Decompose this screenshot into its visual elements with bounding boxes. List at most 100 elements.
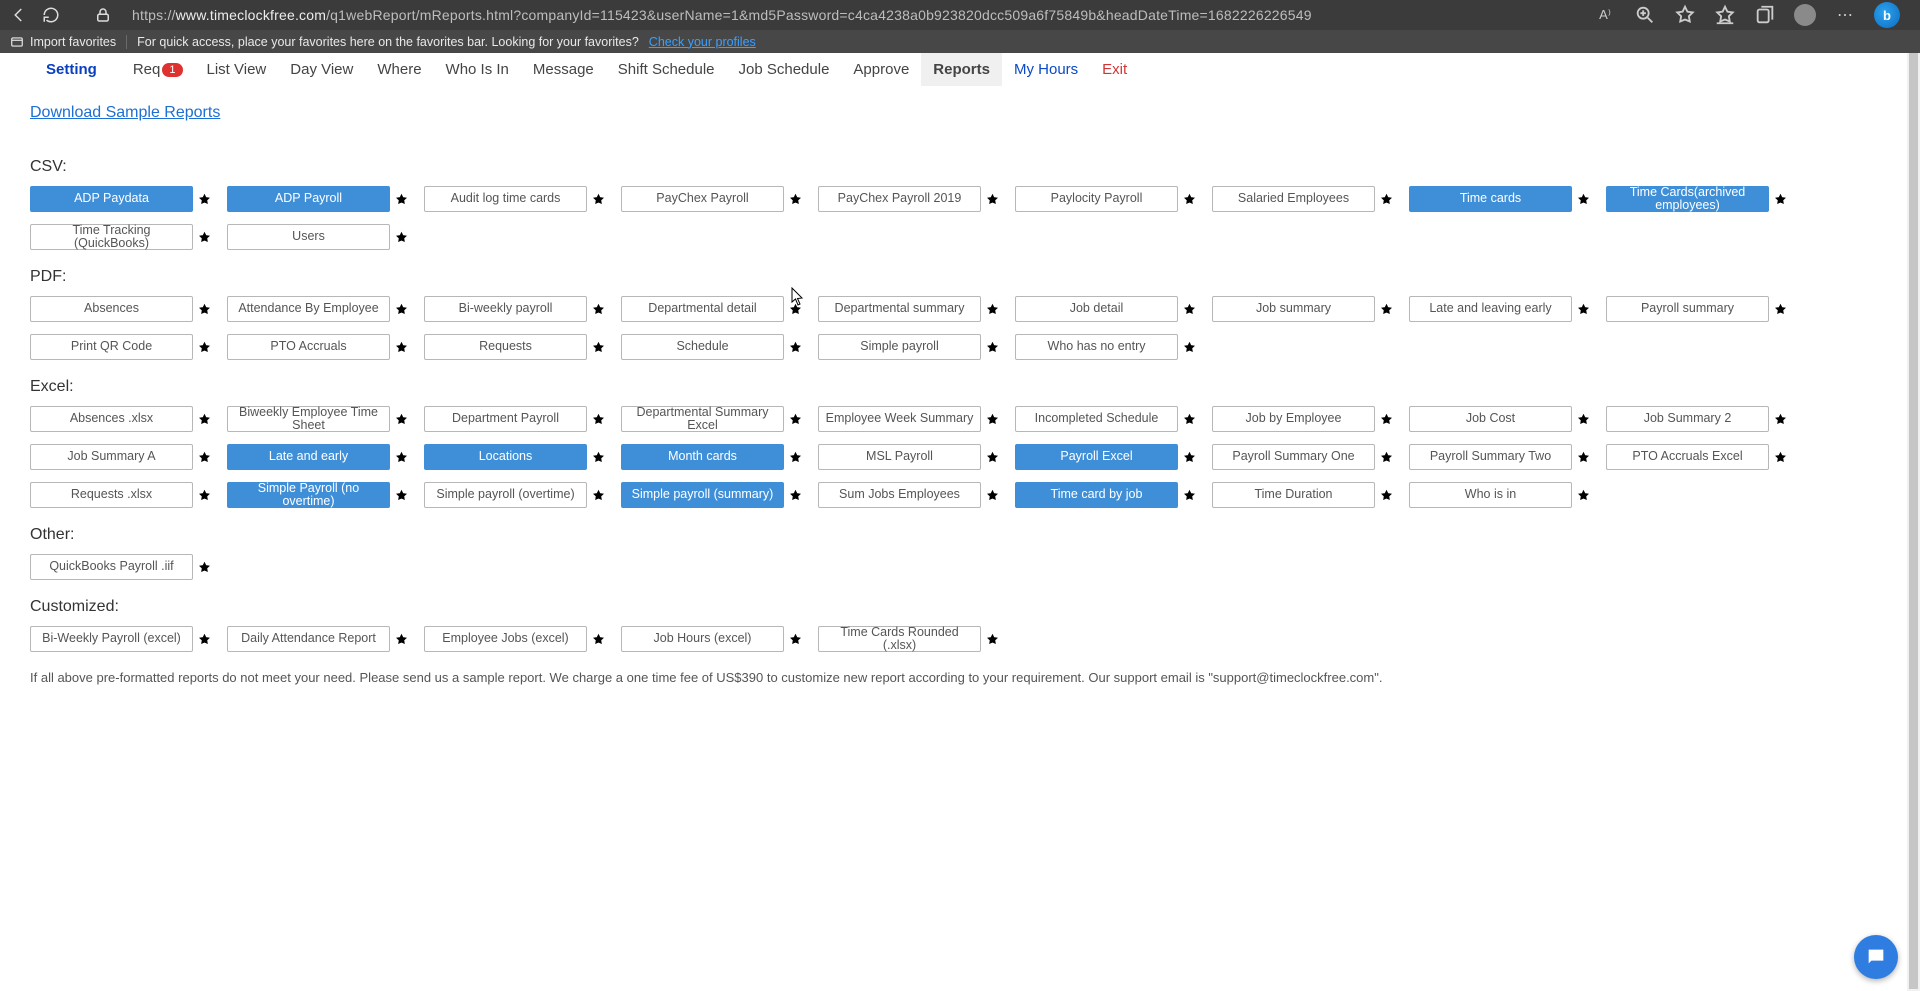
zoom-icon[interactable] <box>1634 4 1656 26</box>
excel-time-card-by-job-button[interactable]: Time card by job <box>1015 482 1178 508</box>
favorite-star-icon[interactable] <box>394 302 408 316</box>
vertical-scrollbar[interactable] <box>1907 53 1920 991</box>
tab-my-hours[interactable]: My Hours <box>1002 53 1090 86</box>
pdf-print-qr-code-button[interactable]: Print QR Code <box>30 334 193 360</box>
excel-who-is-in-button[interactable]: Who is in <box>1409 482 1572 508</box>
favorite-star-icon[interactable] <box>788 302 802 316</box>
favorite-star-icon[interactable] <box>1773 192 1787 206</box>
tab-who-is-in[interactable]: Who Is In <box>434 53 521 86</box>
favorite-star-icon[interactable] <box>1182 192 1196 206</box>
favorite-star-icon[interactable] <box>1182 412 1196 426</box>
customized-employee-jobs-excel-button[interactable]: Employee Jobs (excel) <box>424 626 587 652</box>
favorite-star-icon[interactable] <box>1379 488 1393 502</box>
bing-icon[interactable]: b <box>1874 2 1900 28</box>
csv-audit-log-time-cards-button[interactable]: Audit log time cards <box>424 186 587 212</box>
excel-absences-xlsx-button[interactable]: Absences .xlsx <box>30 406 193 432</box>
excel-job-summary-2-button[interactable]: Job Summary 2 <box>1606 406 1769 432</box>
favorite-star-icon[interactable] <box>1379 412 1393 426</box>
pdf-job-detail-button[interactable]: Job detail <box>1015 296 1178 322</box>
refresh-icon[interactable] <box>42 6 60 24</box>
favorite-star-icon[interactable] <box>394 412 408 426</box>
favorite-star-icon[interactable] <box>985 340 999 354</box>
pdf-attendance-by-employee-button[interactable]: Attendance By Employee <box>227 296 390 322</box>
favorite-star-icon[interactable] <box>394 450 408 464</box>
excel-payroll-excel-button[interactable]: Payroll Excel <box>1015 444 1178 470</box>
excel-pto-accruals-excel-button[interactable]: PTO Accruals Excel <box>1606 444 1769 470</box>
favorite-star-icon[interactable] <box>591 632 605 646</box>
favorite-star-icon[interactable] <box>197 412 211 426</box>
pdf-pto-accruals-button[interactable]: PTO Accruals <box>227 334 390 360</box>
scroll-thumb[interactable] <box>1909 53 1918 989</box>
favorite-star-icon[interactable] <box>1182 450 1196 464</box>
favorite-star-icon[interactable] <box>1576 488 1590 502</box>
favorite-star-icon[interactable] <box>591 412 605 426</box>
csv-time-tracking-quickbooks-button[interactable]: Time Tracking (QuickBooks) <box>30 224 193 250</box>
favorite-star-icon[interactable] <box>788 450 802 464</box>
tab-job-schedule[interactable]: Job Schedule <box>727 53 842 86</box>
favorite-star-icon[interactable] <box>197 302 211 316</box>
excel-job-summary-a-button[interactable]: Job Summary A <box>30 444 193 470</box>
excel-job-cost-button[interactable]: Job Cost <box>1409 406 1572 432</box>
favorite-star-icon[interactable] <box>1576 412 1590 426</box>
pdf-departmental-summary-button[interactable]: Departmental summary <box>818 296 981 322</box>
pdf-absences-button[interactable]: Absences <box>30 296 193 322</box>
pdf-simple-payroll-button[interactable]: Simple payroll <box>818 334 981 360</box>
excel-department-payroll-button[interactable]: Department Payroll <box>424 406 587 432</box>
favorite-star-icon[interactable] <box>197 488 211 502</box>
excel-biweekly-employee-time-sheet-button[interactable]: Biweekly Employee Time Sheet <box>227 406 390 432</box>
pdf-departmental-detail-button[interactable]: Departmental detail <box>621 296 784 322</box>
favorite-star-icon[interactable] <box>197 230 211 244</box>
favorite-star-icon[interactable] <box>197 632 211 646</box>
customized-job-hours-excel-button[interactable]: Job Hours (excel) <box>621 626 784 652</box>
more-icon[interactable]: ⋯ <box>1834 4 1856 26</box>
pdf-who-has-no-entry-button[interactable]: Who has no entry <box>1015 334 1178 360</box>
csv-adp-payroll-button[interactable]: ADP Payroll <box>227 186 390 212</box>
excel-payroll-summary-two-button[interactable]: Payroll Summary Two <box>1409 444 1572 470</box>
csv-paychex-payroll-button[interactable]: PayChex Payroll <box>621 186 784 212</box>
tab-where[interactable]: Where <box>365 53 433 86</box>
back-icon[interactable] <box>10 6 28 24</box>
excel-incompleted-schedule-button[interactable]: Incompleted Schedule <box>1015 406 1178 432</box>
excel-time-duration-button[interactable]: Time Duration <box>1212 482 1375 508</box>
pdf-late-and-leaving-early-button[interactable]: Late and leaving early <box>1409 296 1572 322</box>
favorite-star-icon[interactable] <box>591 450 605 464</box>
favorite-star-icon[interactable] <box>1182 340 1196 354</box>
favorite-star-icon[interactable] <box>985 192 999 206</box>
favorite-star-icon[interactable] <box>197 450 211 464</box>
favorite-star-icon[interactable] <box>1576 302 1590 316</box>
pdf-requests-button[interactable]: Requests <box>424 334 587 360</box>
favorite-star-icon[interactable] <box>985 412 999 426</box>
tab-approve[interactable]: Approve <box>841 53 921 86</box>
favorite-star-icon[interactable] <box>788 632 802 646</box>
favorite-star-icon[interactable] <box>1576 192 1590 206</box>
download-sample-reports-link[interactable]: Download Sample Reports <box>30 104 220 122</box>
excel-job-by-employee-button[interactable]: Job by Employee <box>1212 406 1375 432</box>
excel-payroll-summary-one-button[interactable]: Payroll Summary One <box>1212 444 1375 470</box>
csv-paychex-payroll-2019-button[interactable]: PayChex Payroll 2019 <box>818 186 981 212</box>
csv-salaried-employees-button[interactable]: Salaried Employees <box>1212 186 1375 212</box>
excel-late-and-early-button[interactable]: Late and early <box>227 444 390 470</box>
favorite-star-icon[interactable] <box>788 412 802 426</box>
favorite-star-icon[interactable] <box>394 632 408 646</box>
check-profiles-link[interactable]: Check your profiles <box>649 35 756 49</box>
csv-time-cards-archived-employees-button[interactable]: Time Cards(archived employees) <box>1606 186 1769 212</box>
favorite-star-icon[interactable] <box>591 488 605 502</box>
collections-icon[interactable] <box>1754 4 1776 26</box>
favorite-star-icon[interactable] <box>394 230 408 244</box>
pdf-job-summary-button[interactable]: Job summary <box>1212 296 1375 322</box>
csv-users-button[interactable]: Users <box>227 224 390 250</box>
pdf-bi-weekly-payroll-button[interactable]: Bi-weekly payroll <box>424 296 587 322</box>
excel-month-cards-button[interactable]: Month cards <box>621 444 784 470</box>
favorite-star-icon[interactable] <box>591 340 605 354</box>
import-favorites-button[interactable]: Import favorites <box>10 35 116 49</box>
favorite-star-icon[interactable] <box>591 192 605 206</box>
favorite-star-icon[interactable] <box>394 192 408 206</box>
profile-avatar-icon[interactable] <box>1794 4 1816 26</box>
tab-req[interactable]: Req1 <box>121 53 195 86</box>
excel-requests-xlsx-button[interactable]: Requests .xlsx <box>30 482 193 508</box>
excel-departmental-summary-excel-button[interactable]: Departmental Summary Excel <box>621 406 784 432</box>
excel-simple-payroll-summary-button[interactable]: Simple payroll (summary) <box>621 482 784 508</box>
read-aloud-icon[interactable]: A⁾ <box>1594 4 1616 26</box>
tab-message[interactable]: Message <box>521 53 606 86</box>
favorite-star-icon[interactable] <box>1379 192 1393 206</box>
